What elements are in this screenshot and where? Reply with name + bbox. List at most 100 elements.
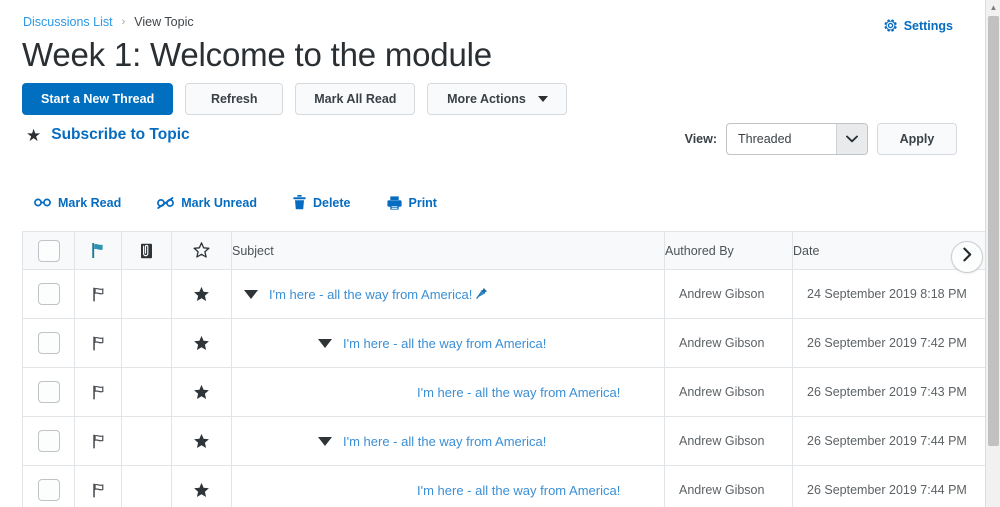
row-author-cell: Andrew Gibson [664, 318, 793, 368]
thread-subject-link[interactable]: I'm here - all the way from America! [269, 287, 488, 302]
thread-subject-link[interactable]: I'm here - all the way from America! [343, 336, 546, 351]
view-select[interactable]: Threaded [726, 123, 868, 155]
row-select-cell [22, 269, 75, 319]
row-date-cell: 26 September 2019 7:43 PM [792, 367, 985, 417]
post-date: 26 September 2019 7:44 PM [807, 434, 967, 448]
row-select-cell [22, 465, 75, 507]
row-star-cell[interactable] [171, 416, 232, 466]
post-date: 26 September 2019 7:42 PM [807, 336, 967, 350]
row-checkbox[interactable] [37, 381, 60, 403]
chevron-right-icon [962, 247, 973, 267]
table-row[interactable]: I'm here - all the way from America! Andr… [22, 416, 985, 466]
authored-by-header[interactable]: Authored By [664, 231, 793, 270]
author-name: Andrew Gibson [679, 287, 765, 301]
subject-header[interactable]: Subject [231, 231, 665, 270]
row-select-cell [22, 416, 75, 466]
table-row[interactable]: I'm here - all the way from America! Andr… [22, 367, 985, 417]
collapse-toggle-icon[interactable] [244, 289, 258, 299]
thread-subject-link[interactable]: I'm here - all the way from America! [417, 385, 620, 400]
list-toolbar: Mark Read Mark Unread Delete Print [34, 195, 437, 210]
settings-button[interactable]: Settings [883, 18, 953, 33]
flag-icon [75, 368, 121, 416]
flag-icon [75, 466, 121, 507]
row-subject-cell: I'm here - all the way from America! [231, 269, 665, 319]
thread-subject-link[interactable]: I'm here - all the way from America! [417, 483, 620, 498]
table-row[interactable]: I'm here - all the way from America! Andr… [22, 318, 985, 368]
scrollbar-thumb[interactable] [988, 16, 999, 446]
view-select-value: Threaded [738, 132, 792, 146]
mark-read-button[interactable]: Mark Read [34, 196, 121, 210]
action-button-row: Start a New Thread Refresh Mark All Read… [22, 83, 568, 115]
gear-icon [883, 18, 898, 33]
refresh-button[interactable]: Refresh [185, 83, 284, 115]
select-all-checkbox[interactable] [37, 239, 60, 262]
chevron-down-icon [836, 124, 867, 154]
subscribe-to-topic-button[interactable]: ★ Subscribe to Topic [26, 126, 190, 144]
star-header[interactable] [171, 231, 232, 270]
row-checkbox[interactable] [37, 430, 60, 452]
table-row[interactable]: I'm here - all the way from America! Andr… [22, 269, 985, 319]
row-flag-cell[interactable] [74, 465, 122, 507]
row-flag-cell[interactable] [74, 367, 122, 417]
more-actions-button[interactable]: More Actions [427, 83, 568, 115]
print-button[interactable]: Print [386, 195, 437, 210]
row-author-cell: Andrew Gibson [664, 416, 793, 466]
row-attachment-cell [121, 367, 172, 417]
delete-button[interactable]: Delete [293, 195, 351, 210]
trash-icon [293, 195, 306, 210]
view-label: View: [684, 132, 717, 146]
row-subject-cell: I'm here - all the way from America! [231, 465, 665, 507]
thread-subject-text: I'm here - all the way from America! [417, 482, 621, 498]
row-flag-cell[interactable] [74, 269, 122, 319]
row-attachment-cell [121, 318, 172, 368]
glasses-slash-icon [157, 196, 175, 209]
star-filled-icon [172, 270, 231, 318]
row-attachment-cell [121, 416, 172, 466]
row-star-cell[interactable] [171, 465, 232, 507]
row-author-cell: Andrew Gibson [664, 465, 793, 507]
thread-subject-text: I'm here - all the way from America! [343, 433, 547, 449]
star-filled-icon [172, 417, 231, 465]
row-flag-cell[interactable] [74, 318, 122, 368]
post-date: 24 September 2019 8:18 PM [807, 287, 967, 301]
print-label: Print [408, 195, 437, 210]
row-checkbox[interactable] [37, 479, 60, 501]
view-controls: View: Threaded Apply [685, 123, 957, 155]
apply-button[interactable]: Apply [877, 123, 957, 155]
row-star-cell[interactable] [171, 318, 232, 368]
author-name: Andrew Gibson [679, 336, 765, 350]
discussion-threads-table: Subject Authored By Date I'm here - all … [22, 231, 985, 507]
table-row[interactable]: I'm here - all the way from America! Andr… [22, 465, 985, 507]
breadcrumb-link-discussions-list[interactable]: Discussions List [23, 15, 113, 29]
row-checkbox[interactable] [37, 283, 60, 305]
more-actions-label: More Actions [447, 92, 526, 106]
row-flag-cell[interactable] [74, 416, 122, 466]
thread-subject-link[interactable]: I'm here - all the way from America! [343, 434, 546, 449]
scrollbar-up-arrow-icon[interactable]: ▲ [986, 0, 1000, 15]
row-subject-cell: I'm here - all the way from America! [231, 318, 665, 368]
browser-scrollbar[interactable]: ▲ [985, 0, 1000, 507]
thread-subject-text: I'm here - all the way from America! [417, 384, 621, 400]
printer-icon [386, 195, 402, 210]
row-star-cell[interactable] [171, 367, 232, 417]
start-a-new-thread-button[interactable]: Start a New Thread [22, 83, 174, 115]
thread-subject-text: I'm here - all the way from America! [343, 335, 547, 351]
settings-label: Settings [903, 18, 953, 33]
flag-header[interactable] [74, 231, 122, 270]
mark-unread-label: Mark Unread [181, 195, 257, 210]
row-checkbox[interactable] [37, 332, 60, 354]
scroll-right-button[interactable] [951, 241, 983, 273]
collapse-toggle-icon[interactable] [318, 338, 332, 348]
glasses-icon [34, 197, 51, 208]
mark-unread-button[interactable]: Mark Unread [157, 196, 257, 210]
delete-label: Delete [312, 195, 351, 210]
star-filled-icon [172, 466, 231, 507]
collapse-toggle-icon[interactable] [318, 436, 332, 446]
row-author-cell: Andrew Gibson [664, 269, 793, 319]
row-star-cell[interactable] [171, 269, 232, 319]
attachment-header[interactable] [121, 231, 172, 270]
discussion-topic-page: Discussions List › View Topic Settings W… [0, 0, 1000, 507]
breadcrumb-separator-icon: › [121, 16, 126, 28]
author-name: Andrew Gibson [679, 483, 765, 497]
mark-all-read-button[interactable]: Mark All Read [295, 83, 416, 115]
